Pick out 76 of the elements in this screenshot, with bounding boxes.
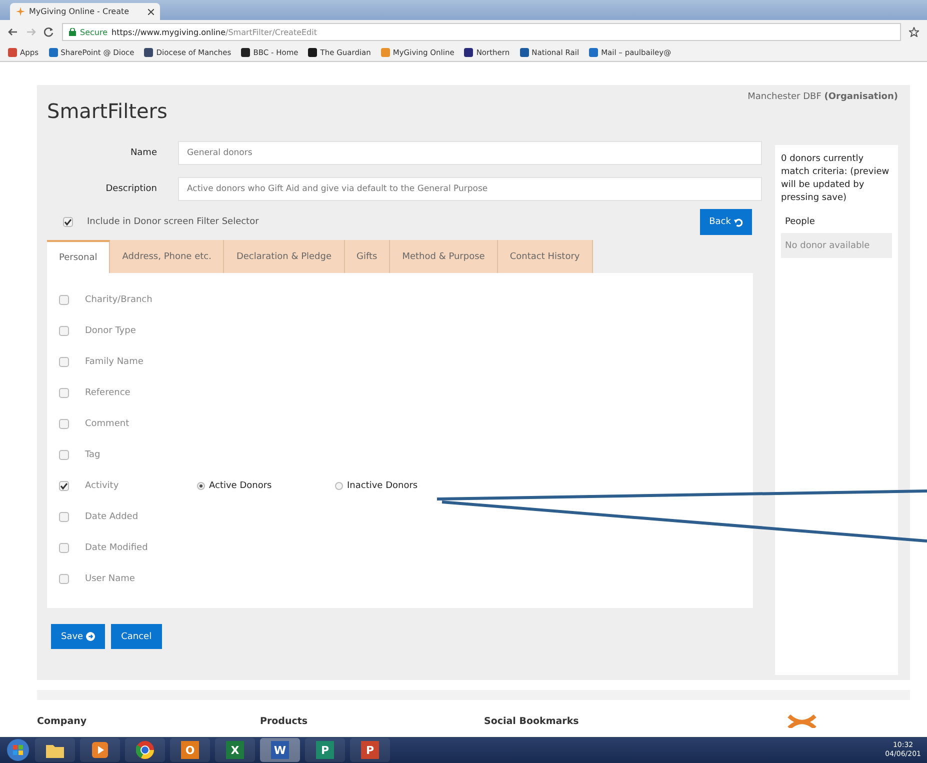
- checkbox[interactable]: [63, 217, 73, 227]
- page-title: SmartFilters: [47, 99, 168, 123]
- taskbar-button[interactable]: [125, 738, 165, 762]
- address-bar[interactable]: Secure https://www.mygiving.online/SmartFilter/CreateEdit: [62, 23, 901, 41]
- field-label: Name: [129, 148, 157, 158]
- input-field[interactable]: General donors: [178, 141, 762, 165]
- checkbox[interactable]: [59, 480, 69, 490]
- criteria-label: Comment: [85, 418, 130, 428]
- folder-icon: [46, 742, 64, 758]
- close-icon[interactable]: [148, 8, 154, 14]
- criteria-label: Tag: [85, 450, 102, 460]
- footer-heading: Products: [260, 716, 309, 727]
- checkbox[interactable]: [59, 512, 69, 522]
- tab[interactable]: Gifts: [344, 240, 390, 273]
- radio-option[interactable]: Active Donors: [197, 480, 335, 490]
- play-icon: [92, 742, 108, 758]
- checkbox[interactable]: [59, 388, 69, 398]
- checkbox[interactable]: [59, 418, 69, 428]
- footer-heading: Company: [37, 716, 88, 727]
- bookmark-star-icon[interactable]: [909, 27, 919, 37]
- cancel-button[interactable]: Cancel: [111, 624, 162, 649]
- app-tile-icon: X: [226, 741, 244, 759]
- field-label: Description: [104, 184, 157, 194]
- checkbox[interactable]: [59, 356, 69, 366]
- radio-button[interactable]: [197, 482, 205, 490]
- checkbox[interactable]: [59, 294, 69, 304]
- star-logo-icon: [16, 7, 25, 16]
- checkbox[interactable]: [59, 542, 69, 552]
- taskbar-button[interactable]: P: [305, 738, 345, 762]
- criteria-label: User Name: [85, 574, 136, 584]
- tab[interactable]: Declaration & Pledge: [224, 240, 345, 273]
- app-tile-icon: O: [181, 741, 199, 759]
- tab[interactable]: Contact History: [498, 240, 593, 273]
- checkbox[interactable]: [59, 574, 69, 584]
- undo-icon: [734, 218, 743, 226]
- taskbar-button[interactable]: O: [170, 738, 210, 762]
- arrow-circle-icon: [86, 632, 96, 641]
- criteria-label: Reference: [85, 388, 132, 398]
- criteria-label: Date Modified: [85, 542, 149, 552]
- checkbox[interactable]: [59, 326, 69, 336]
- reload-icon[interactable]: [44, 27, 54, 37]
- taskbar-button[interactable]: [80, 738, 120, 762]
- organisation-label: Manchester DBF (Organisation): [748, 92, 898, 102]
- taskbar-button[interactable]: P: [350, 738, 390, 762]
- tab[interactable]: Address, Phone etc.: [110, 240, 224, 273]
- empty-message: No donor available: [781, 234, 892, 258]
- criteria-label: Date Added: [85, 512, 140, 522]
- radio-option[interactable]: Inactive Donors: [335, 480, 473, 490]
- footer-heading: Social Bookmarks: [484, 716, 580, 727]
- app-tile-icon: W: [271, 741, 289, 759]
- criteria-label: Activity: [85, 480, 120, 490]
- back-button[interactable]: Back: [700, 209, 752, 235]
- preview-summary: 0 donors currently match criteria: (preview will be updated by pressing save): [781, 153, 890, 205]
- browser-logo-icon: [136, 741, 154, 759]
- criteria-label: Charity/Branch: [85, 294, 154, 304]
- app-tile-icon: P: [316, 741, 334, 759]
- tab[interactable]: Method & Purpose: [390, 240, 498, 273]
- lock-icon: [69, 28, 76, 36]
- start-button-icon[interactable]: [6, 738, 30, 762]
- taskbar-button[interactable]: [35, 738, 75, 762]
- secure-label: Secure: [80, 28, 108, 36]
- criteria-label: Donor Type: [85, 326, 137, 336]
- taskbar-button[interactable]: W: [260, 738, 300, 762]
- tab[interactable]: Personal: [47, 240, 110, 273]
- input-field[interactable]: Active donors who Gift Aid and give via default to the General Purpose: [178, 177, 762, 201]
- logo-icon: [787, 714, 817, 728]
- back-arrow-icon[interactable]: [8, 27, 18, 37]
- checkbox[interactable]: [59, 450, 69, 460]
- browser-tab[interactable]: MyGiving Online - Create: [10, 3, 160, 20]
- radio-button[interactable]: [335, 482, 343, 490]
- save-button[interactable]: Save: [51, 624, 106, 649]
- checkbox-label: Include in Donor screen Filter Selector: [87, 217, 260, 227]
- app-tile-icon: P: [361, 741, 379, 759]
- criteria-label: Family Name: [85, 356, 144, 366]
- url-text: https://www.mygiving.online/SmartFilter/CreateEdit: [112, 28, 317, 36]
- taskbar-button[interactable]: X: [215, 738, 255, 762]
